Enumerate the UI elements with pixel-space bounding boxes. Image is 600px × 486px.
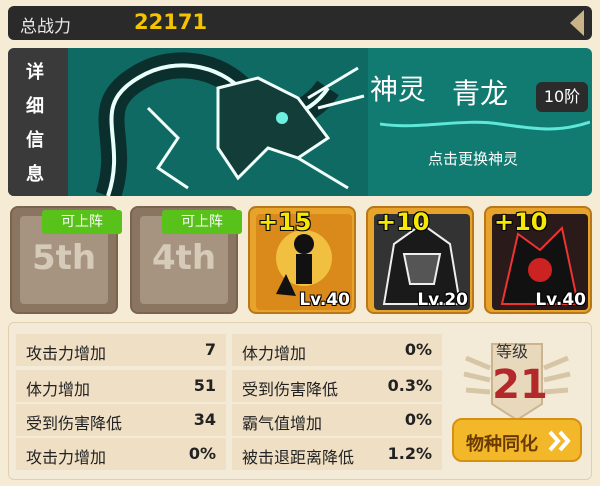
details-tab[interactable]: 详 细 信 息 [8, 48, 68, 196]
stat-value: 0.3% [387, 376, 432, 395]
details-char-2: 细 [26, 96, 44, 117]
hero-card-3[interactable]: +10 Lv.40 [484, 206, 592, 314]
hero-plus: +15 [258, 208, 312, 236]
stat-label: 被击退距离降低 [242, 448, 355, 467]
stat-label: 霸气值增加 [242, 414, 323, 433]
stat-value: 1.2% [387, 444, 432, 463]
hero-level: Lv.40 [299, 290, 350, 310]
stat-row: 受到伤害降低 34 [16, 404, 226, 436]
hero-card-1[interactable]: +15 Lv.40 [248, 206, 356, 314]
slot-number: 4th [151, 238, 217, 278]
swirl-decoration [380, 120, 590, 131]
hero-level: Lv.20 [417, 290, 468, 310]
spirit-name: 青龙 [452, 77, 509, 110]
available-tag: 可上阵 [42, 210, 122, 234]
empty-slot-5th[interactable]: 5th 可上阵 [10, 206, 122, 314]
slot-number: 5th [31, 238, 97, 278]
stat-value: 0% [188, 444, 216, 463]
hero-plus: +10 [494, 208, 548, 236]
empty-slot-4th[interactable]: 4th 可上阵 [130, 206, 242, 314]
stat-label: 体力增加 [242, 344, 307, 363]
total-power-value: 22171 [134, 10, 208, 34]
stat-label: 受到伤害降低 [242, 380, 339, 399]
stat-label: 攻击力增加 [26, 344, 107, 363]
azure-dragon-art [68, 48, 368, 196]
stat-row: 攻击力增加 0% [16, 438, 226, 470]
stat-row: 受到伤害降低 0.3% [232, 370, 442, 402]
spirit-type: 神灵 [370, 73, 427, 106]
spirit-banner[interactable]: 详 细 信 息 神灵 青龙 10阶 点击更换神灵 [8, 48, 592, 196]
stat-label: 受到伤害降低 [26, 414, 123, 433]
hero-level: Lv.40 [535, 290, 586, 310]
total-power-bar: 总战力 22171 [8, 6, 592, 40]
level-value: 21 [492, 362, 548, 408]
stat-label: 攻击力增加 [26, 448, 107, 467]
stat-row: 霸气值增加 0% [232, 404, 442, 436]
collapse-arrow-icon[interactable] [566, 8, 588, 38]
change-spirit-hint[interactable]: 点击更换神灵 [428, 148, 518, 169]
details-char-4: 息 [26, 164, 44, 185]
stat-row: 攻击力增加 7 [16, 334, 226, 366]
total-power-label: 总战力 [20, 17, 71, 37]
available-tag: 可上阵 [162, 210, 242, 234]
hero-card-2[interactable]: +10 Lv.20 [366, 206, 474, 314]
stat-value: 7 [204, 340, 216, 359]
stat-value: 0% [404, 410, 432, 429]
species-sync-button[interactable]: 物种同化 [452, 418, 582, 462]
stat-value: 0% [404, 340, 432, 359]
details-char-3: 信 [26, 130, 44, 151]
double-chevron-right-icon [548, 430, 571, 452]
species-sync-label: 物种同化 [466, 434, 538, 455]
stat-label: 体力增加 [26, 380, 91, 399]
details-char-1: 详 [26, 62, 44, 83]
stat-value: 34 [193, 410, 216, 429]
level-label: 等级 [496, 342, 529, 361]
stat-value: 51 [193, 376, 216, 395]
stat-row: 体力增加 0% [232, 334, 442, 366]
spirit-rank-badge: 10阶 [536, 82, 588, 112]
stat-row: 被击退距离降低 1.2% [232, 438, 442, 470]
hero-plus: +10 [376, 208, 430, 236]
stat-row: 体力增加 51 [16, 370, 226, 402]
